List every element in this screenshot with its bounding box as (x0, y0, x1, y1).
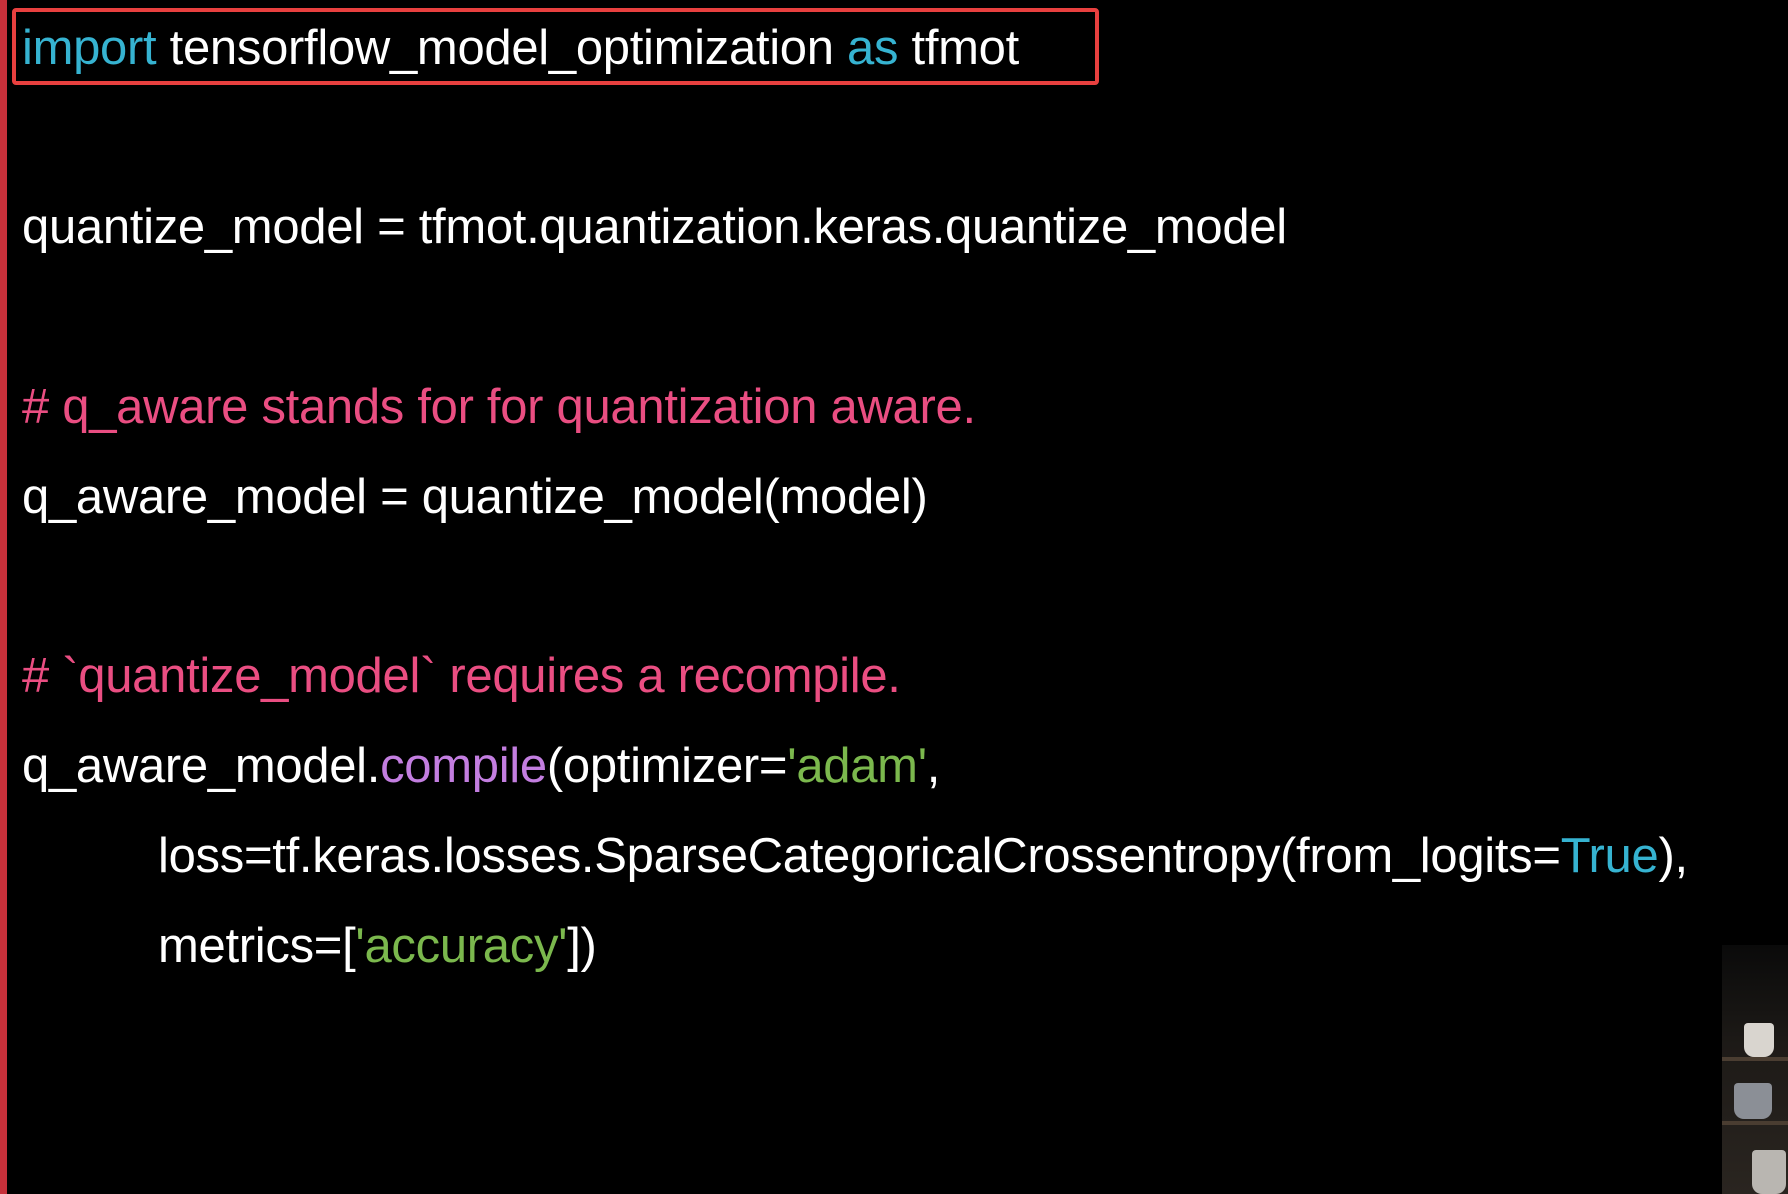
mug-white (1744, 1023, 1774, 1057)
loss-arg: loss=tf.keras.losses.SparseCategoricalCr… (158, 829, 1561, 883)
shelf-board (1722, 1121, 1788, 1125)
shelf-with-mugs-image (1722, 945, 1788, 1194)
metrics-arg: metrics=[ (158, 919, 356, 973)
keyword-true: True (1560, 829, 1659, 883)
code-line-import: import tensorflow_model_optimization as … (22, 18, 1019, 78)
keyword-as: as (847, 21, 899, 75)
loss-close: ), (1658, 829, 1688, 883)
left-accent-bar (0, 0, 7, 1194)
code-line-q-aware-model: q_aware_model = quantize_model(model) (22, 470, 928, 524)
code-line-compile: q_aware_model.compile(optimizer='adam', (22, 736, 940, 796)
code-line-loss: loss=tf.keras.losses.SparseCategoricalCr… (158, 826, 1688, 886)
code-comment-recompile: # `quantize_model` requires a recompile. (22, 649, 901, 703)
code-line-quantize-model: quantize_model = tfmot.quantization.kera… (22, 200, 1287, 254)
shelf-board (1722, 1057, 1788, 1061)
compile-receiver: q_aware_model. (22, 739, 381, 793)
code-comment-q-aware: # q_aware stands for for quantization aw… (22, 380, 976, 434)
optimizer-arg: (optimizer= (546, 739, 788, 793)
compile-function: compile (380, 739, 547, 793)
module-name: tensorflow_model_optimization (156, 21, 848, 75)
string-accuracy: 'accuracy' (355, 919, 568, 973)
mug-patterned (1734, 1083, 1772, 1119)
code-line-metrics: metrics=['accuracy']) (158, 916, 597, 976)
mug-grey (1752, 1150, 1786, 1194)
comma: , (926, 739, 941, 793)
string-adam: 'adam' (787, 739, 927, 793)
metrics-close: ]) (567, 919, 597, 973)
alias-name: tfmot (898, 21, 1020, 75)
keyword-import: import (22, 21, 157, 75)
